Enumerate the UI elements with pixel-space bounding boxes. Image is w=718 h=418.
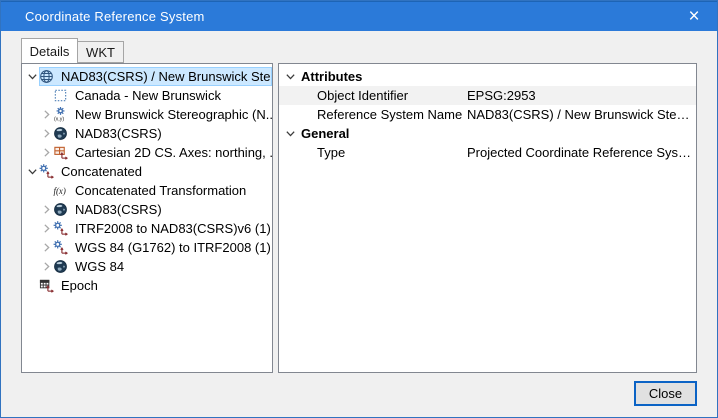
chevron-down-icon[interactable] (25, 70, 39, 84)
property-value: Projected Coordinate Reference System (467, 145, 696, 160)
property-value: NAD83(CSRS) / New Brunswick Stereogra... (467, 107, 696, 122)
property-name: Reference System Name (279, 107, 467, 122)
property-group-label: Attributes (301, 69, 362, 84)
tree-item[interactable]: NAD83(CSRS) / New Brunswick Stere... (22, 67, 272, 86)
tree-item-content[interactable]: (x,y) New Brunswick Stereographic (N... (53, 105, 272, 124)
chevron-right-icon[interactable] (39, 260, 53, 274)
tree-item-content[interactable]: Cartesian 2D CS. Axes: northing, ... (53, 143, 272, 162)
tree-item-label: New Brunswick Stereographic (N... (75, 107, 272, 122)
tab-wkt[interactable]: WKT (78, 41, 124, 63)
tree-item-label: Cartesian 2D CS. Axes: northing, ... (75, 145, 272, 160)
chevron-down-icon[interactable] (279, 128, 301, 139)
property-value: EPSG:2953 (467, 88, 696, 103)
tree-item-label: Concatenated (61, 164, 142, 179)
expander-placeholder (25, 279, 39, 293)
conversion-icon: (x,y) (53, 107, 68, 122)
tree-item-label: Canada - New Brunswick (75, 88, 221, 103)
svg-text:(x,y): (x,y) (54, 117, 64, 122)
globe-dark-icon (53, 259, 68, 274)
tree-item[interactable]: ITRF2008 to NAD83(CSRS)v6 (1) (22, 219, 272, 238)
window-title: Coordinate Reference System (1, 9, 205, 24)
crs-tree-panel: NAD83(CSRS) / New Brunswick Stere... Cana… (21, 63, 273, 373)
tree-item-label: ITRF2008 to NAD83(CSRS)v6 (1) (75, 221, 271, 236)
tree-item-label: NAD83(CSRS) / New Brunswick Stere... (61, 69, 272, 84)
expander-placeholder (39, 89, 53, 103)
globe-wireframe-icon (39, 69, 54, 84)
tree-item-content[interactable]: NAD83(CSRS) / New Brunswick Stere... (39, 67, 272, 86)
window-close-icon[interactable]: × (671, 2, 717, 32)
property-row[interactable]: Reference System NameNAD83(CSRS) / New B… (279, 105, 696, 124)
tree-item-label: WGS 84 (75, 259, 124, 274)
tree-item[interactable]: Canada - New Brunswick (22, 86, 272, 105)
transformation-icon (53, 240, 68, 255)
tree-item-content[interactable]: Canada - New Brunswick (53, 86, 272, 105)
tree-item-label: WGS 84 (G1762) to ITRF2008 (1) (75, 240, 271, 255)
property-group-row[interactable]: General (279, 124, 696, 143)
transformation-icon (53, 221, 68, 236)
expander-placeholder (39, 184, 53, 198)
transformation-icon (39, 164, 54, 179)
property-group-label: General (301, 126, 349, 141)
crs-dialog: Coordinate Reference System × Details WK… (0, 0, 718, 418)
tree-item-content[interactable]: Epoch (39, 276, 272, 295)
tree-item[interactable]: Concatenated (22, 162, 272, 181)
tree-item-label: NAD83(CSRS) (75, 202, 162, 217)
property-row[interactable]: TypeProjected Coordinate Reference Syste… (279, 143, 696, 162)
tree-item[interactable]: WGS 84 (G1762) to ITRF2008 (1) (22, 238, 272, 257)
tree-item-content[interactable]: ITRF2008 to NAD83(CSRS)v6 (1) (53, 219, 272, 238)
property-group-row[interactable]: Attributes (279, 67, 696, 86)
extent-icon (53, 88, 68, 103)
chevron-right-icon[interactable] (39, 108, 53, 122)
close-button[interactable]: Close (634, 381, 697, 406)
chevron-right-icon[interactable] (39, 146, 53, 160)
tree-item[interactable]: NAD83(CSRS) (22, 124, 272, 143)
chevron-down-icon[interactable] (279, 71, 301, 82)
tree-item[interactable]: Cartesian 2D CS. Axes: northing, ... (22, 143, 272, 162)
globe-dark-icon (53, 202, 68, 217)
tree-item-content[interactable]: NAD83(CSRS) (53, 124, 272, 143)
tree-item[interactable]: f(x) Concatenated Transformation (22, 181, 272, 200)
chevron-right-icon[interactable] (39, 127, 53, 141)
tree-item[interactable]: Epoch (22, 276, 272, 295)
tree-item-content[interactable]: Concatenated (39, 162, 272, 181)
globe-dark-icon (53, 126, 68, 141)
tree-item[interactable]: NAD83(CSRS) (22, 200, 272, 219)
chevron-right-icon[interactable] (39, 241, 53, 255)
tree-item[interactable]: WGS 84 (22, 257, 272, 276)
tree-item[interactable]: (x,y) New Brunswick Stereographic (N... (22, 105, 272, 124)
property-name: Object Identifier (279, 88, 467, 103)
chevron-down-icon[interactable] (25, 165, 39, 179)
tree-item-label: Epoch (61, 278, 98, 293)
chevron-right-icon[interactable] (39, 222, 53, 236)
tree-item-label: Concatenated Transformation (75, 183, 246, 198)
tree-item-content[interactable]: f(x) Concatenated Transformation (53, 181, 272, 200)
svg-text:f(x): f(x) (53, 186, 65, 196)
tab-details-label: Details (30, 44, 70, 59)
chevron-right-icon[interactable] (39, 203, 53, 217)
epoch-icon (39, 278, 54, 293)
title-bar[interactable]: Coordinate Reference System × (1, 1, 717, 31)
tree-item-content[interactable]: WGS 84 (53, 257, 272, 276)
tab-details[interactable]: Details (21, 38, 78, 63)
tree-item-label: NAD83(CSRS) (75, 126, 162, 141)
function-icon: f(x) (53, 183, 68, 198)
property-name: Type (279, 145, 467, 160)
crs-properties-panel: AttributesObject IdentifierEPSG:2953Refe… (278, 63, 697, 373)
tab-wkt-label: WKT (86, 45, 115, 60)
property-row[interactable]: Object IdentifierEPSG:2953 (279, 86, 696, 105)
tree-item-content[interactable]: WGS 84 (G1762) to ITRF2008 (1) (53, 238, 272, 257)
tree-item-content[interactable]: NAD83(CSRS) (53, 200, 272, 219)
cartesian-cs-icon (53, 145, 68, 160)
